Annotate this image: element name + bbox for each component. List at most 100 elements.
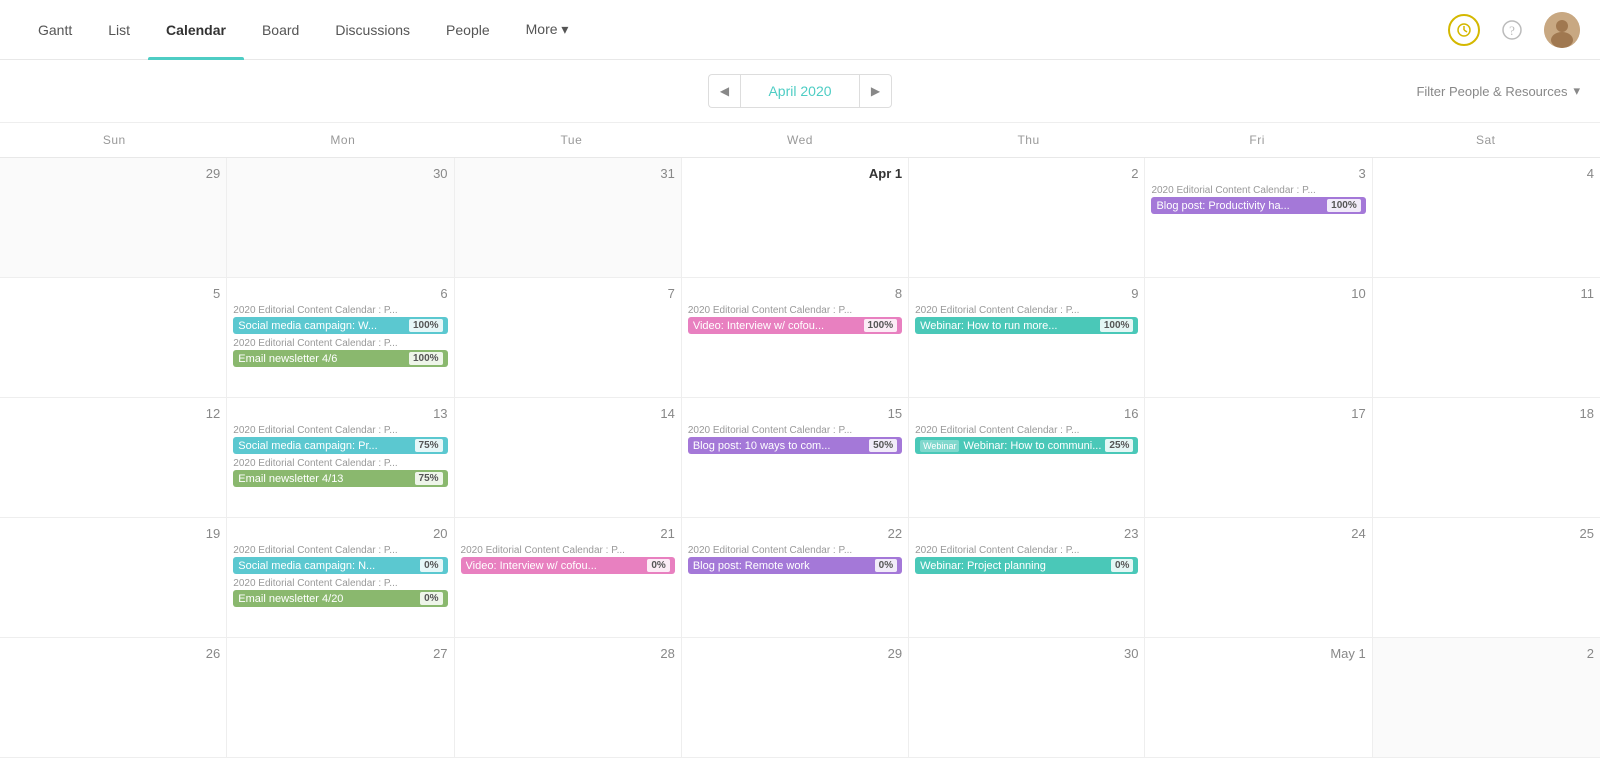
nav-item-calendar[interactable]: Calendar bbox=[148, 0, 244, 60]
day-number: 18 bbox=[1379, 406, 1594, 421]
event-label: Webinar: How to run more... bbox=[920, 320, 1096, 332]
event-bar[interactable]: Email newsletter 4/1375% bbox=[233, 470, 447, 487]
event-bar[interactable]: Social media campaign: N...0% bbox=[233, 557, 447, 574]
event-parent-label: 2020 Editorial Content Calendar : P... bbox=[233, 338, 447, 349]
event-bar[interactable]: Webinar: How to run more...100% bbox=[915, 317, 1138, 334]
prev-month-button[interactable]: ◀ bbox=[708, 74, 740, 108]
event-parent-label: 2020 Editorial Content Calendar : P... bbox=[915, 425, 1138, 436]
day-number: 3 bbox=[1151, 166, 1365, 181]
next-month-button[interactable]: ▶ bbox=[860, 74, 892, 108]
day-number: 16 bbox=[915, 406, 1138, 421]
event-bar[interactable]: Social media campaign: Pr...75% bbox=[233, 437, 447, 454]
event-bar[interactable]: Webinar Webinar: How to communi... 25% bbox=[915, 437, 1138, 454]
calendar-view: SunMonTueWedThuFriSat 293031Apr 1232020 … bbox=[0, 123, 1600, 758]
day-number: 24 bbox=[1151, 526, 1365, 541]
day-number: Apr 1 bbox=[688, 166, 902, 181]
cal-cell: 29 bbox=[0, 158, 227, 278]
day-number: 12 bbox=[6, 406, 220, 421]
day-number: 23 bbox=[915, 526, 1138, 541]
nav-item-board[interactable]: Board bbox=[244, 0, 317, 60]
event-bar[interactable]: Email newsletter 4/200% bbox=[233, 590, 447, 607]
current-month-label: April 2020 bbox=[740, 74, 860, 108]
event-tag: Webinar bbox=[920, 440, 959, 452]
cal-cell: 6 2020 Editorial Content Calendar : P... S… bbox=[227, 278, 454, 398]
day-number: 5 bbox=[6, 286, 220, 301]
event-parent-label: 2020 Editorial Content Calendar : P... bbox=[915, 305, 1138, 316]
day-number: 9 bbox=[915, 286, 1138, 301]
day-number: 6 bbox=[233, 286, 447, 301]
filter-people-resources-button[interactable]: Filter People & Resources ▾ bbox=[1416, 83, 1580, 99]
cal-cell: 25 bbox=[1373, 518, 1600, 638]
event-label: Social media campaign: N... bbox=[238, 560, 416, 572]
nav-items: GanttListCalendarBoardDiscussionsPeopleM… bbox=[20, 0, 586, 60]
event-label: Email newsletter 4/20 bbox=[238, 593, 416, 605]
day-number: 14 bbox=[461, 406, 675, 421]
cal-cell: 7 bbox=[455, 278, 682, 398]
event-parent-label: 2020 Editorial Content Calendar : P... bbox=[233, 458, 447, 469]
day-number: May 1 bbox=[1151, 646, 1365, 661]
cal-cell: 26 bbox=[0, 638, 227, 758]
cal-cell: 5 bbox=[0, 278, 227, 398]
day-number: 2 bbox=[915, 166, 1138, 181]
cal-cell: 15 2020 Editorial Content Calendar : P...… bbox=[682, 398, 909, 518]
calendar-toolbar: ◀ April 2020 ▶ Filter People & Resources… bbox=[0, 60, 1600, 123]
cal-cell: 19 bbox=[0, 518, 227, 638]
main-nav: GanttListCalendarBoardDiscussionsPeopleM… bbox=[0, 0, 1600, 60]
day-number: 19 bbox=[6, 526, 220, 541]
event-percent: 0% bbox=[1111, 559, 1133, 572]
event-percent: 100% bbox=[409, 319, 443, 332]
event-parent-label: 2020 Editorial Content Calendar : P... bbox=[461, 545, 675, 556]
day-number: 25 bbox=[1379, 526, 1594, 541]
event-percent: 0% bbox=[875, 559, 897, 572]
user-avatar[interactable] bbox=[1544, 12, 1580, 48]
cal-cell: 17 bbox=[1145, 398, 1372, 518]
day-of-week-thu: Thu bbox=[914, 123, 1143, 157]
event-percent: 25% bbox=[1105, 439, 1133, 452]
cal-cell: May 1 bbox=[1145, 638, 1372, 758]
day-number: 4 bbox=[1379, 166, 1594, 181]
event-parent-label: 2020 Editorial Content Calendar : P... bbox=[233, 545, 447, 556]
day-number: 7 bbox=[461, 286, 675, 301]
nav-item-more[interactable]: More ▾ bbox=[508, 0, 587, 60]
event-bar[interactable]: Blog post: Remote work 0% bbox=[688, 557, 902, 574]
event-percent: 100% bbox=[1327, 199, 1361, 212]
cal-cell: 12 bbox=[0, 398, 227, 518]
nav-item-discussions[interactable]: Discussions bbox=[317, 0, 428, 60]
day-number: 10 bbox=[1151, 286, 1365, 301]
help-icon[interactable]: ? bbox=[1496, 14, 1528, 46]
day-number: 15 bbox=[688, 406, 902, 421]
event-label: Webinar: How to communi... bbox=[963, 440, 1101, 452]
day-number: 29 bbox=[688, 646, 902, 661]
event-bar[interactable]: Video: Interview w/ cofou...0% bbox=[461, 557, 675, 574]
day-number: 27 bbox=[233, 646, 447, 661]
nav-item-gantt[interactable]: Gantt bbox=[20, 0, 90, 60]
nav-item-people[interactable]: People bbox=[428, 0, 508, 60]
event-bar[interactable]: Webinar: Project planning 0% bbox=[915, 557, 1138, 574]
filter-arrow-icon: ▾ bbox=[1573, 83, 1580, 99]
event-bar[interactable]: Blog post: 10 ways to com...50% bbox=[688, 437, 902, 454]
event-bar[interactable]: Blog post: Productivity ha...100% bbox=[1151, 197, 1365, 214]
event-label: Webinar: Project planning bbox=[920, 560, 1107, 572]
filter-label: Filter People & Resources bbox=[1416, 84, 1567, 99]
cal-cell: Apr 1 bbox=[682, 158, 909, 278]
clock-icon[interactable] bbox=[1448, 14, 1480, 46]
day-number: 8 bbox=[688, 286, 902, 301]
event-bar[interactable]: Email newsletter 4/6100% bbox=[233, 350, 447, 367]
event-bar[interactable]: Social media campaign: W...100% bbox=[233, 317, 447, 334]
event-label: Blog post: 10 ways to com... bbox=[693, 440, 865, 452]
event-label: Social media campaign: Pr... bbox=[238, 440, 410, 452]
event-label: Blog post: Remote work bbox=[693, 560, 871, 572]
cal-cell: 82020 Editorial Content Calendar : P...V… bbox=[682, 278, 909, 398]
nav-item-list[interactable]: List bbox=[90, 0, 148, 60]
cal-cell: 11 bbox=[1373, 278, 1600, 398]
event-bar[interactable]: Video: Interview w/ cofou... 100% bbox=[688, 317, 902, 334]
cal-cell: 2 bbox=[1373, 638, 1600, 758]
event-percent: 100% bbox=[864, 319, 898, 332]
cal-cell: 24 bbox=[1145, 518, 1372, 638]
event-label: Video: Interview w/ cofou... bbox=[693, 320, 860, 332]
event-percent: 75% bbox=[415, 472, 443, 485]
cal-cell: 202020 Editorial Content Calendar : P...… bbox=[227, 518, 454, 638]
event-percent: 100% bbox=[409, 352, 443, 365]
event-parent-label: 2020 Editorial Content Calendar : P... bbox=[688, 425, 902, 436]
day-number: 2 bbox=[1379, 646, 1594, 661]
